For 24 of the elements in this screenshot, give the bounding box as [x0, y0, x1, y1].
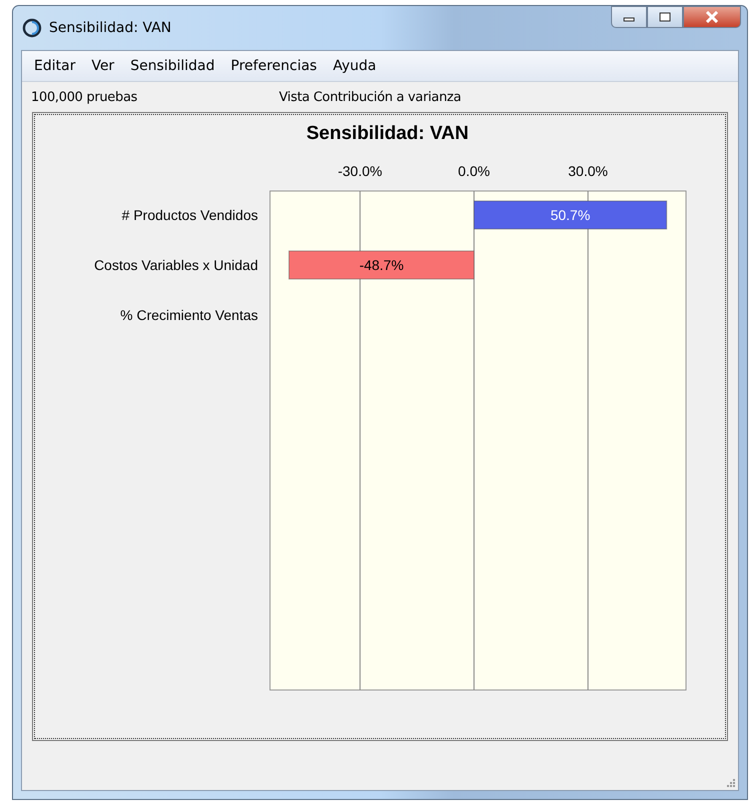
chart-title: Sensibilidad: VAN	[306, 123, 469, 144]
resize-grip-icon	[724, 776, 736, 788]
tick-label: 0.0%	[458, 163, 490, 179]
view-label: Vista Contribución a varianza	[279, 90, 462, 104]
tick-label: 30.0%	[568, 163, 608, 179]
category-label: % Crecimiento Ventas	[120, 307, 258, 323]
category-label: Costos Variables x Unidad	[94, 257, 258, 273]
menu-item[interactable]: Ver	[83, 58, 122, 74]
window-title: Sensibilidad: VAN	[49, 20, 172, 36]
bar-value-label: 50.7%	[550, 207, 590, 223]
close-icon	[705, 11, 719, 23]
maximize-icon	[659, 12, 671, 22]
menu-item[interactable]: Editar	[26, 58, 84, 74]
trials-count: 100,000 pruebas	[30, 90, 138, 104]
tick-label: -30.0%	[338, 163, 382, 179]
close-button[interactable]	[683, 6, 741, 28]
minimize-button[interactable]	[611, 6, 647, 28]
maximize-button[interactable]	[647, 6, 683, 28]
app-icon	[21, 17, 43, 39]
menu-item[interactable]: Sensibilidad	[122, 58, 223, 74]
bar-value-label: -48.7%	[359, 257, 404, 273]
category-label: # Productos Vendidos	[122, 207, 258, 223]
menu-item[interactable]: Ayuda	[324, 58, 384, 74]
menu-item[interactable]: Preferencias	[222, 58, 325, 74]
